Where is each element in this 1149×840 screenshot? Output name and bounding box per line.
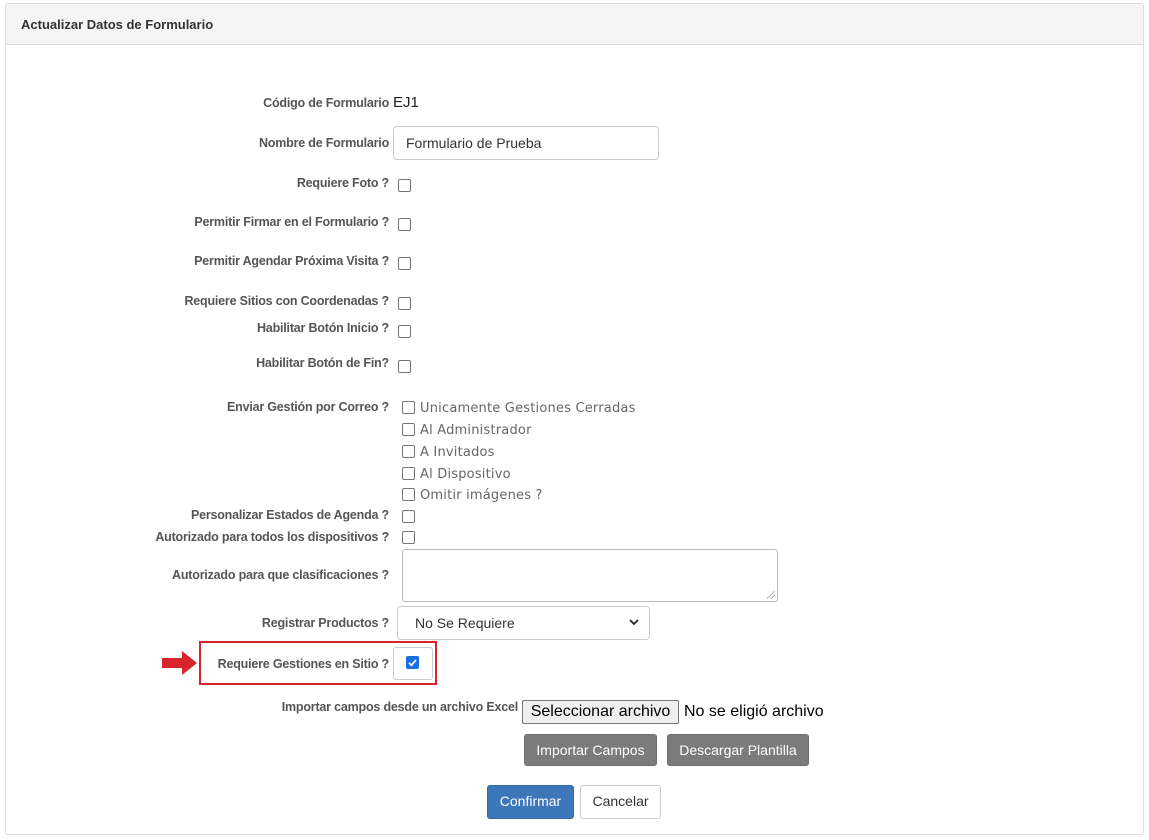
correo-option-label: Al Administrador — [420, 423, 532, 438]
autorizado-clasificaciones-label: Autorizado para que clasificaciones ? — [172, 568, 389, 582]
habilitar-fin-checkbox[interactable] — [398, 360, 411, 373]
importar-campos-button[interactable]: Importar Campos — [524, 734, 657, 766]
requiere-sitios-checkbox[interactable] — [398, 297, 411, 310]
permitir-firmar-checkbox[interactable] — [398, 218, 411, 231]
requiere-gestiones-checkbox[interactable] — [406, 656, 419, 669]
correo-option-checkbox[interactable] — [402, 445, 415, 458]
descargar-plantilla-button[interactable]: Descargar Plantilla — [667, 734, 809, 766]
requiere-sitios-label: Requiere Sitios con Coordenadas ? — [184, 294, 389, 308]
correo-option-label: Omitir imágenes ? — [420, 488, 543, 503]
registrar-productos-label: Registrar Productos ? — [261, 616, 389, 630]
requiere-gestiones-label: Requiere Gestiones en Sitio ? — [217, 657, 390, 671]
autorizado-dispositivos-label: Autorizado para todos los dispositivos ? — [155, 530, 389, 544]
correo-option-checkbox[interactable] — [402, 467, 415, 480]
requiere-foto-label: Requiere Foto ? — [296, 176, 389, 190]
personalizar-estados-checkbox[interactable] — [402, 510, 415, 523]
habilitar-inicio-label: Habilitar Botón Inicio ? — [256, 321, 389, 335]
permitir-agendar-label: Permitir Agendar Próxima Visita ? — [194, 254, 389, 268]
correo-option-checkbox[interactable] — [402, 423, 415, 436]
importar-label: Importar campos desde un archivo Excel — [281, 700, 518, 714]
enviar-correo-label: Enviar Gestión por Correo ? — [227, 400, 389, 414]
registrar-productos-value: No Se Requiere — [415, 615, 515, 631]
panel-title: Actualizar Datos de Formulario — [6, 4, 1143, 45]
correo-option-label: A Invitados — [420, 445, 495, 460]
arrow-right-icon — [162, 651, 197, 675]
permitir-firmar-label: Permitir Firmar en el Formulario ? — [194, 215, 389, 229]
permitir-agendar-checkbox[interactable] — [398, 257, 411, 270]
habilitar-inicio-checkbox[interactable] — [398, 325, 411, 338]
resize-grip-icon[interactable] — [767, 591, 775, 599]
correo-option-checkbox[interactable] — [402, 488, 415, 501]
codigo-value: EJ1 — [393, 94, 419, 111]
chevron-down-icon — [629, 619, 639, 626]
select-file-button[interactable]: Seleccionar archivo — [522, 700, 679, 724]
confirmar-button[interactable]: Confirmar — [487, 785, 574, 819]
nombre-input[interactable]: Formulario de Prueba — [393, 126, 659, 160]
file-status: No se eligió archivo — [684, 703, 824, 720]
requiere-foto-checkbox[interactable] — [398, 179, 411, 192]
nombre-label: Nombre de Formulario — [258, 136, 389, 150]
correo-option-label: Unicamente Gestiones Cerradas — [420, 401, 636, 416]
autorizado-dispositivos-checkbox[interactable] — [402, 531, 415, 544]
codigo-label: Código de Formulario — [263, 96, 389, 110]
correo-option-checkbox[interactable] — [402, 401, 415, 414]
correo-option-label: Al Dispositivo — [420, 467, 511, 482]
habilitar-fin-label: Habilitar Botón de Fin? — [256, 356, 389, 370]
requiere-gestiones-checkbox-wrapper[interactable] — [393, 647, 433, 680]
checkmark-icon — [408, 659, 417, 667]
registrar-productos-select[interactable]: No Se Requiere — [397, 606, 650, 640]
clasificaciones-textarea[interactable] — [402, 549, 778, 602]
personalizar-estados-label: Personalizar Estados de Agenda ? — [190, 508, 389, 522]
cancelar-button[interactable]: Cancelar — [580, 785, 661, 819]
